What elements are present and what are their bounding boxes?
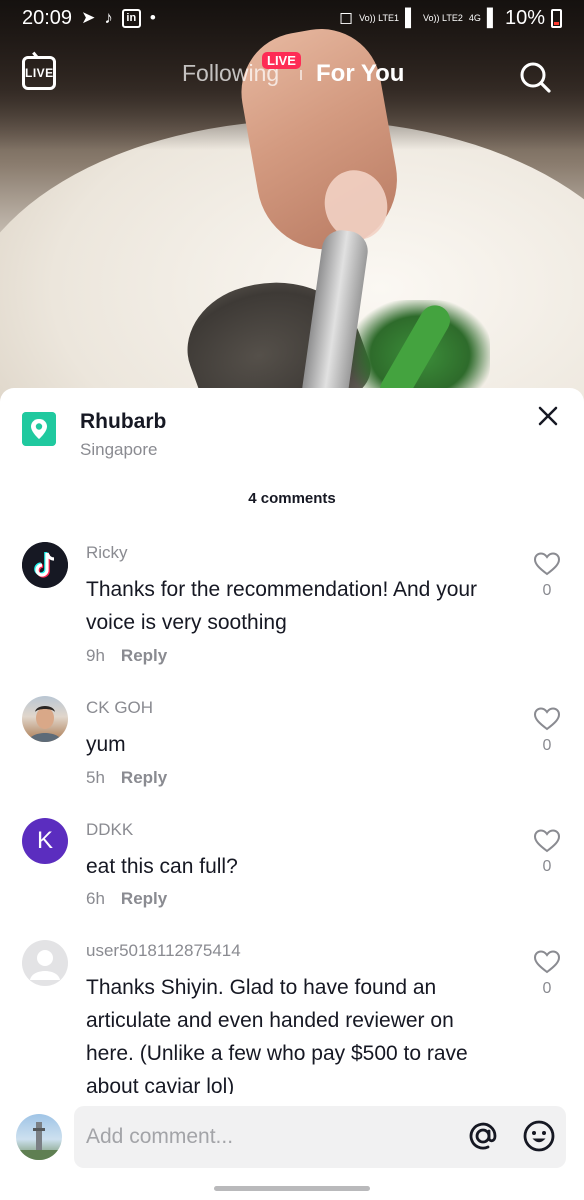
avatar[interactable]: [22, 696, 68, 742]
linkedin-icon: in: [121, 8, 141, 28]
avatar[interactable]: [22, 542, 68, 588]
avatar[interactable]: [22, 940, 68, 986]
live-tv-button[interactable]: LIVE: [22, 56, 56, 90]
location-name[interactable]: Rhubarb: [80, 410, 166, 434]
comment-text: yum: [86, 733, 126, 756]
comment-text: Thanks Shiyin. Glad to have found an art…: [86, 976, 468, 1094]
mute-icon: ◻: [339, 8, 354, 27]
tower-photo-icon: [16, 1122, 62, 1160]
add-comment-input[interactable]: [86, 1120, 446, 1154]
network-type: 4G: [468, 12, 481, 23]
tab-separator: [300, 70, 302, 80]
heart-icon[interactable]: [533, 706, 561, 732]
like-count: 0: [542, 737, 552, 754]
heart-icon[interactable]: [533, 828, 561, 854]
heart-icon[interactable]: [533, 949, 561, 975]
comment-username[interactable]: DDKK: [86, 820, 133, 840]
search-icon[interactable]: [518, 60, 552, 94]
like-count: 0: [542, 980, 552, 997]
status-time: 20:09: [22, 6, 73, 29]
close-icon[interactable]: [536, 404, 560, 428]
dot-icon: •: [149, 8, 156, 27]
location-pin-icon: [22, 412, 56, 446]
comment-meta: 9h Reply: [86, 646, 167, 666]
comment-age: 6h: [86, 889, 105, 908]
comment-age: 9h: [86, 646, 105, 665]
comment-input-box[interactable]: [74, 1106, 566, 1168]
comment-username[interactable]: CK GOH: [86, 698, 153, 718]
sim2-label: Vo)) LTE2: [423, 12, 463, 23]
comments-count: 4 comments: [248, 490, 336, 507]
heart-icon[interactable]: [533, 551, 561, 577]
reply-button[interactable]: Reply: [121, 768, 167, 787]
comment-meta: 5h Reply: [86, 768, 167, 788]
reply-button[interactable]: Reply: [121, 646, 167, 665]
comment-text: Thanks for the recommendation! And your …: [86, 578, 478, 634]
status-bar: 20:09 ➤ ♪ in • ◻ Vo)) LTE1 ▌ Vo)) LTE2 4…: [0, 0, 584, 36]
avatar[interactable]: K: [22, 818, 68, 864]
mention-icon[interactable]: [466, 1119, 500, 1153]
telegram-icon: ➤: [81, 8, 96, 27]
comment-username[interactable]: Ricky: [86, 543, 128, 563]
tab-for-you[interactable]: For You: [316, 60, 404, 88]
live-badge: LIVE: [262, 52, 301, 69]
comment-age: 5h: [86, 768, 105, 787]
person-photo-icon: [28, 706, 62, 742]
tiktok-icon: ♪: [104, 8, 113, 27]
reply-button[interactable]: Reply: [121, 889, 167, 908]
my-avatar[interactable]: [16, 1114, 62, 1160]
tiktok-logo-icon: [22, 542, 68, 588]
battery-text: 10%: [504, 6, 545, 29]
comment-scroll-clip: user5018112875414 Thanks Shiyin. Glad to…: [0, 930, 584, 1094]
like-count: 0: [542, 858, 552, 875]
home-indicator[interactable]: [214, 1186, 370, 1191]
like-count: 0: [542, 582, 552, 599]
emoji-icon[interactable]: [522, 1119, 556, 1153]
comment-username[interactable]: user5018112875414: [86, 941, 241, 961]
default-avatar-icon: [30, 950, 60, 980]
comment-meta: 6h Reply: [86, 889, 167, 909]
battery-icon: [551, 8, 562, 28]
signal-icon: ▌: [405, 8, 418, 27]
avatar-initial: K: [36, 827, 53, 854]
signal-icon: ▌: [486, 8, 499, 27]
top-nav: LIVE Following LIVE For You: [0, 50, 584, 100]
comment-text: eat this can full?: [86, 855, 238, 878]
sim1-label: Vo)) LTE1: [359, 12, 399, 23]
location-city: Singapore: [80, 440, 158, 459]
